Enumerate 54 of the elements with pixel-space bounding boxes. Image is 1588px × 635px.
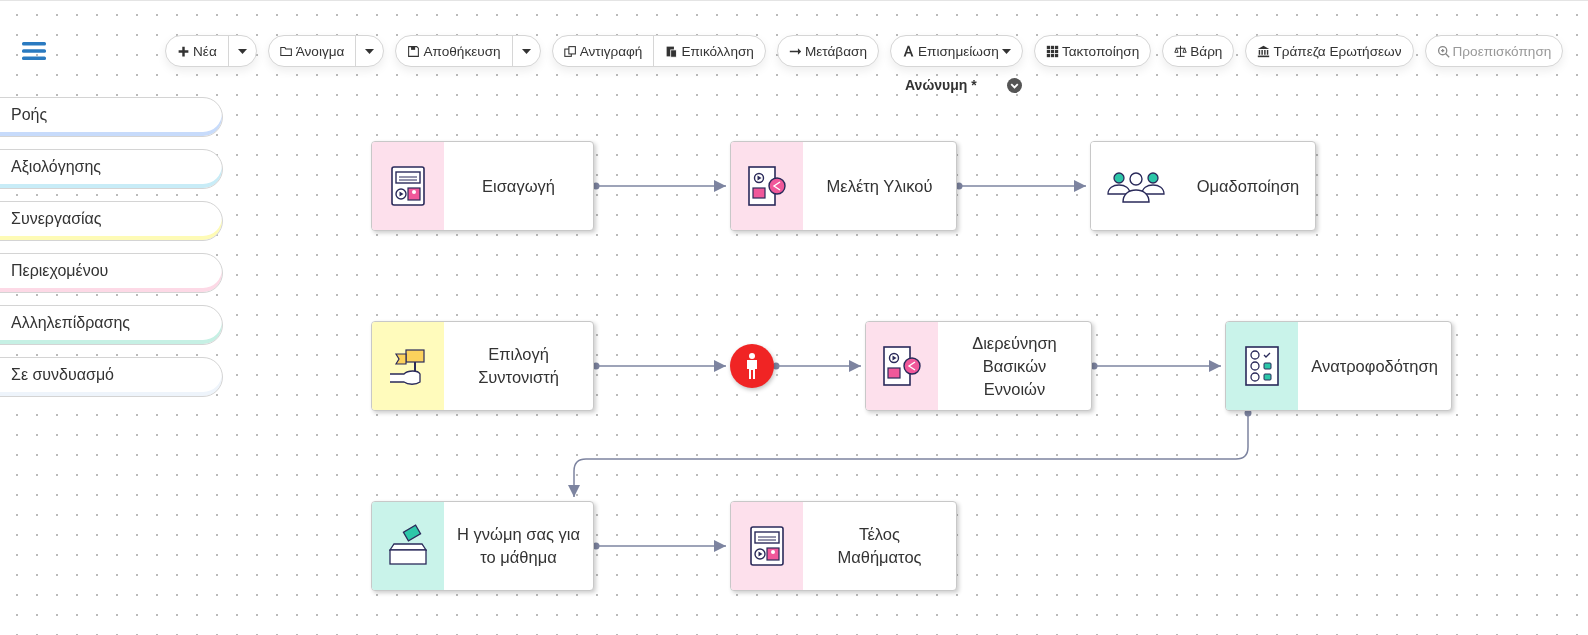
scale-icon [1174,44,1188,58]
node-label: Ανατροφοδότηση [1310,355,1439,377]
category-tab[interactable]: Ροής [0,97,223,137]
activity-node[interactable]: Ανατροφοδότηση [1225,321,1452,411]
person-marker[interactable] [730,344,774,388]
share-media-icon [880,344,924,388]
toolbar-button[interactable]: Αντιγραφή [552,36,654,66]
paste-icon [665,44,679,58]
folder-icon [279,44,293,58]
activity-node[interactable]: Εισαγωγή [371,141,594,231]
caret-icon [521,48,531,54]
toolbar-button[interactable]: Επισημείωση [891,36,1022,66]
menu-icon[interactable] [22,42,46,60]
node-label: Εισαγωγή [481,175,556,197]
category-tab[interactable]: Αξιολόγησης [0,149,223,189]
activity-node[interactable]: Η γνώμη σας για το μάθημα [371,501,594,591]
category-tab[interactable]: Συνεργασίας [0,201,223,241]
document-title: Ανώνυμη * [905,77,977,93]
toolbar-button[interactable]: Μετάβαση [777,36,878,66]
toolbar-button[interactable]: Τακτοποίηση [1034,36,1151,66]
floppy-icon [407,44,421,58]
node-label: Μελέτη Υλικού [825,175,934,197]
caret-icon [365,48,375,54]
node-label: Τέλος Μαθήματος [836,524,923,568]
activity-node[interactable]: Διερεύνηση Βασικών Εννοιών [865,321,1092,411]
share-media-icon [745,164,789,208]
toolbar-button[interactable]: Βάρη [1163,36,1234,66]
activity-node[interactable]: Επιλογή Συντονιστή [371,321,594,411]
node-label: Η γνώμη σας για το μάθημα [456,524,581,568]
node-label: Επιλογή Συντονιστή [477,344,560,388]
zoom-icon [1436,44,1450,58]
toolbar-button[interactable]: Άνοιγμα [268,36,356,66]
activity-node[interactable]: Ομαδοποίηση [1090,141,1316,231]
ballot-box-icon [386,524,430,568]
person-icon [746,353,758,379]
chevron-down-icon[interactable] [1006,77,1022,93]
toolbar-button[interactable]: Επικόλληση [653,36,765,66]
bank-icon [1257,44,1271,58]
caret-icon [237,48,247,54]
plus-icon [177,44,190,58]
toolbar-button[interactable]: Νέα [166,36,228,66]
caret-icon [1001,48,1011,54]
node-label: Ομαδοποίηση [1195,175,1301,197]
grid-icon [1045,44,1059,58]
activity-node[interactable]: Μελέτη Υλικού [730,141,957,231]
copy-icon [563,44,577,58]
toolbar-button[interactable]: Αποθήκευση [396,36,512,66]
node-label: Διερεύνηση Βασικών Εννοιών [971,332,1058,400]
activity-node[interactable]: Τέλος Μαθήματος [730,501,957,591]
category-tab[interactable]: Αλληλεπίδρασης [0,305,223,345]
toolbar-button[interactable]: Τράπεζα Ερωτήσεων [1246,36,1413,66]
font-icon [902,44,915,58]
category-tab[interactable]: Περιεχομένου [0,253,223,293]
category-tab[interactable]: Σε συνδυασμό [0,357,223,397]
